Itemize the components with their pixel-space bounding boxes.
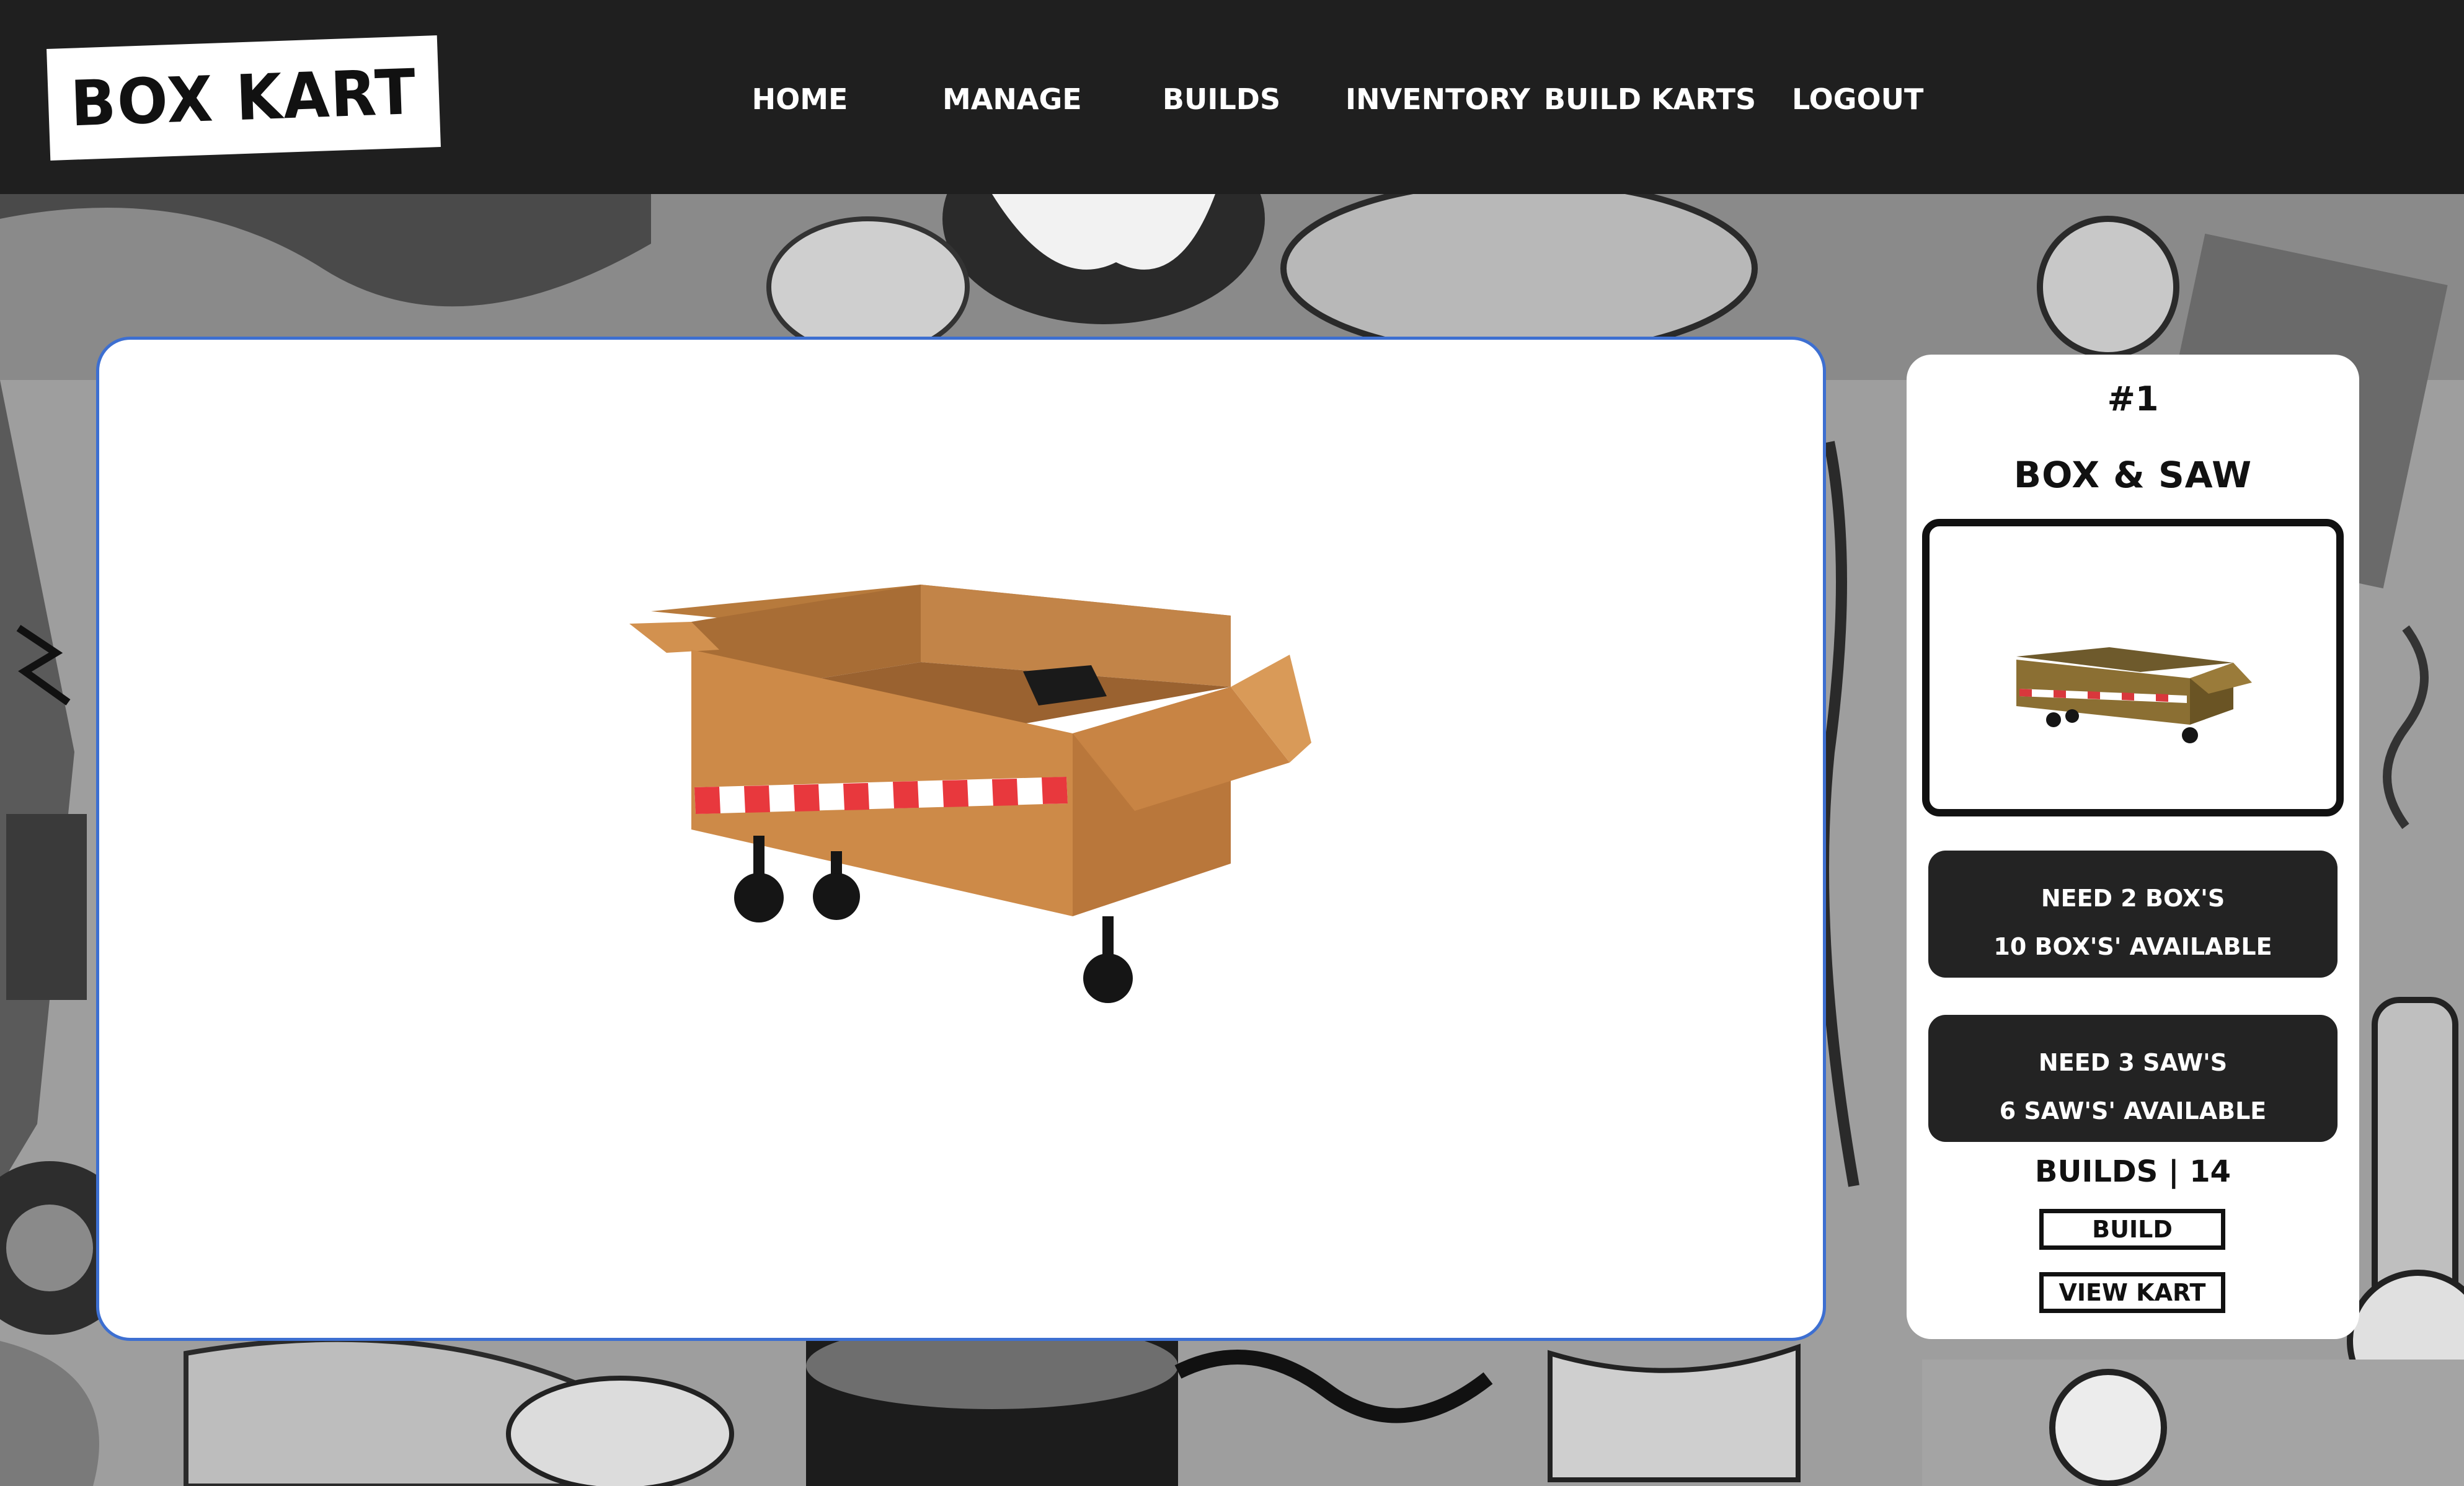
requirement-saw-need: Need 3 Saw's: [2038, 1049, 2228, 1076]
kart-3d-model: [629, 585, 1311, 1003]
kart-thumbnail[interactable]: [1922, 519, 2344, 816]
nav-inventory[interactable]: Inventory: [1345, 81, 1530, 118]
nav-build-karts[interactable]: Build Karts: [1544, 81, 1756, 118]
requirement-saw-available: 6 Saw's' Available: [1999, 1097, 2267, 1125]
requirement-box-available: 10 Box's' Available: [1993, 933, 2272, 960]
kart-3d-viewer[interactable]: [96, 337, 1826, 1341]
nav-manage[interactable]: Manage: [942, 81, 1082, 118]
builds-count: Builds | 14: [2034, 1154, 2231, 1189]
top-nav-bar: BOX KART Home Manage Builds Inventory Bu…: [0, 0, 2464, 194]
requirement-box-card: Need 2 Box's 10 Box's' Available: [1928, 851, 2338, 978]
nav-home[interactable]: Home: [747, 81, 853, 118]
requirement-box-need: Need 2 Box's: [2041, 885, 2225, 912]
logo[interactable]: BOX KART: [47, 35, 441, 161]
requirement-saw-card: Need 3 Saw's 6 Saw's' Available: [1928, 1015, 2338, 1142]
nav-logout[interactable]: Logout: [1792, 81, 1923, 118]
logo-text: BOX KART: [69, 55, 419, 141]
kart-thumbnail-image: [2016, 647, 2252, 743]
kart-detail-panel: #1 Box & Saw Need 2 Box's 10 Box's' Avai…: [1907, 355, 2359, 1339]
kart-name: Box & Saw: [2013, 454, 2253, 496]
build-button[interactable]: Build: [2039, 1209, 2225, 1250]
view-kart-button[interactable]: View Kart: [2039, 1272, 2225, 1313]
nav-builds[interactable]: Builds: [1159, 81, 1283, 118]
kart-number: #1: [2107, 379, 2159, 418]
